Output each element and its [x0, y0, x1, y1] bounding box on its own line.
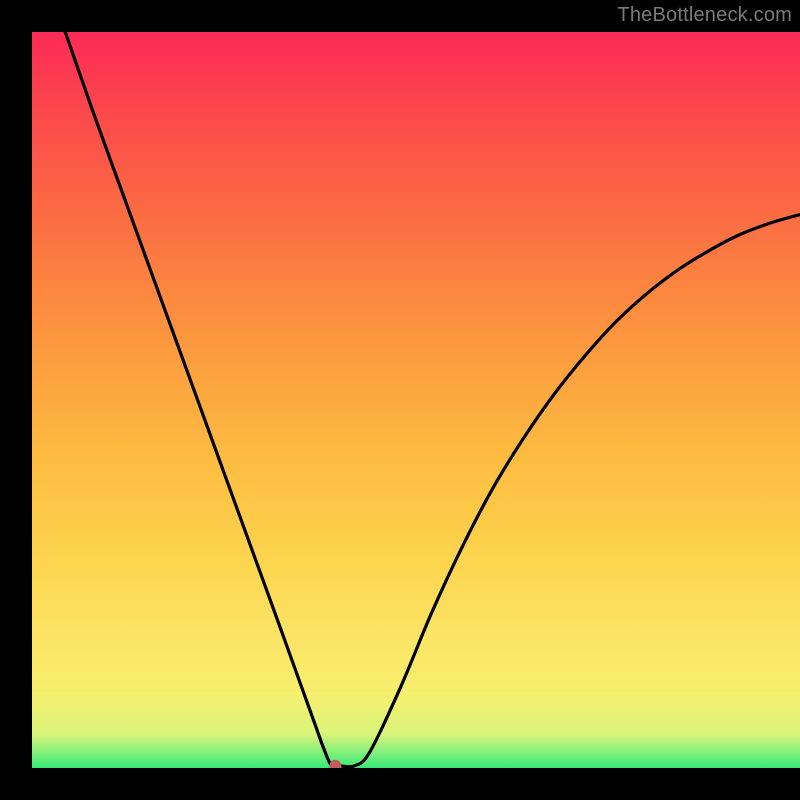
minimum-marker	[329, 760, 341, 768]
bottleneck-curve-svg	[32, 32, 800, 768]
plot-area	[32, 32, 800, 768]
bottleneck-curve	[32, 32, 800, 767]
watermark-text: TheBottleneck.com	[617, 4, 792, 27]
chart-frame: TheBottleneck.com	[0, 0, 800, 800]
